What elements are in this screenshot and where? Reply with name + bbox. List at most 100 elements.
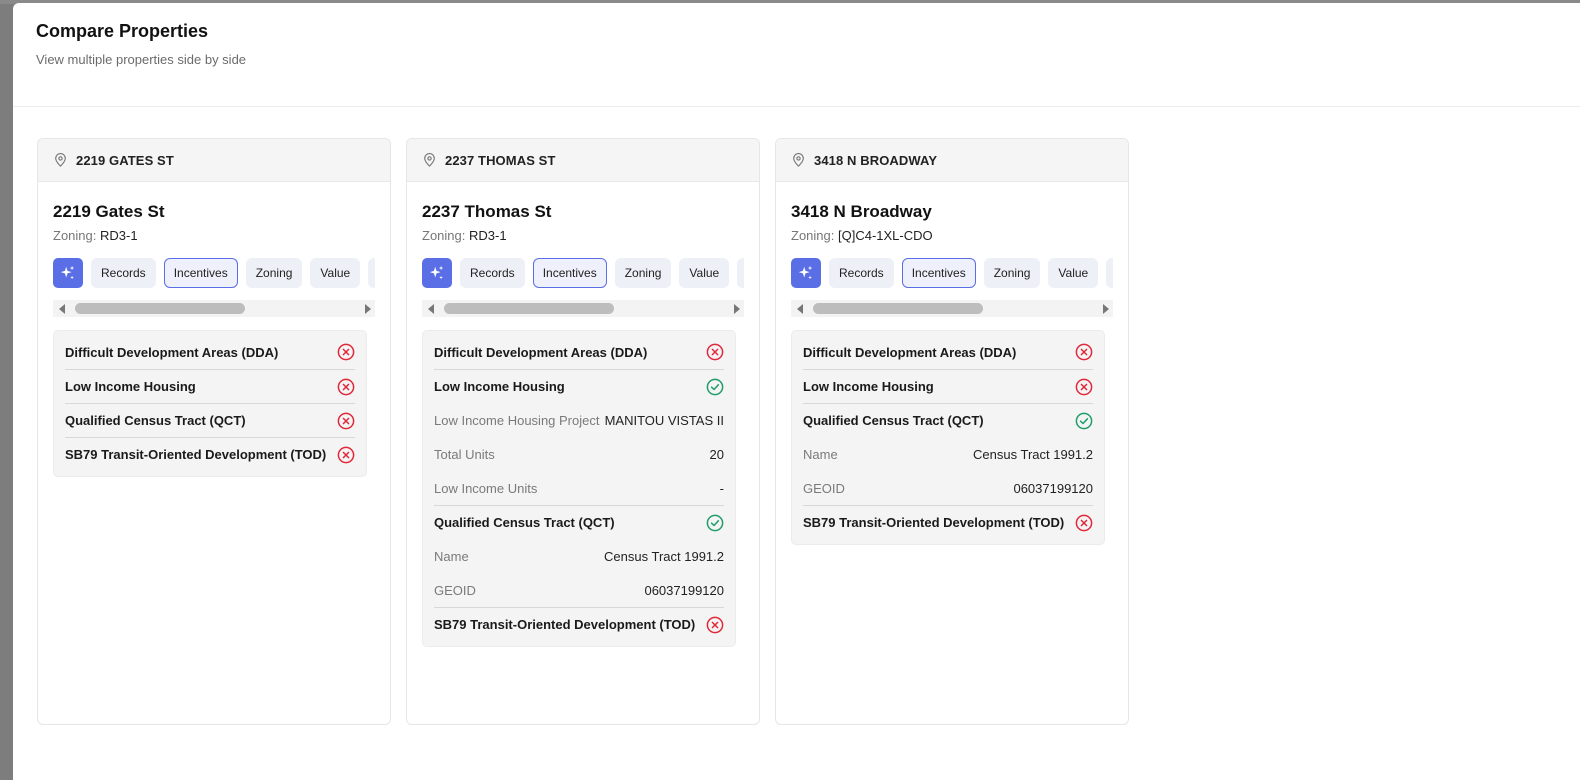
tabs-scrollbar[interactable] — [53, 300, 375, 317]
zoning-label: Zoning: — [791, 228, 835, 243]
zoning-value: [Q]C4-1XL-CDO — [838, 228, 933, 243]
incentive-detail-row: Name Census Tract 1991.2 — [434, 539, 724, 573]
tab-value[interactable]: Value — [310, 258, 361, 288]
tab-zoning[interactable]: Zoning — [614, 258, 672, 288]
scrollbar-thumb[interactable] — [444, 303, 614, 314]
scroll-left-arrow-icon[interactable] — [797, 304, 803, 314]
property-name: 2237 Thomas St — [422, 202, 552, 221]
zoning-line: Zoning: RD3-1 — [53, 228, 375, 244]
scrollbar-thumb[interactable] — [813, 303, 983, 314]
incentive-label: Low Income Housing — [803, 379, 934, 394]
detail-key: GEOID — [434, 582, 476, 598]
compare-properties-modal: Compare Properties View multiple propert… — [13, 3, 1580, 780]
scroll-right-arrow-icon[interactable] — [365, 304, 371, 314]
tab-haza[interactable]: Haza — [737, 258, 744, 288]
tab-value[interactable]: Value — [679, 258, 730, 288]
tab-zoning[interactable]: Zoning — [245, 258, 303, 288]
check-circle-icon — [706, 378, 724, 395]
tab-haza[interactable]: Haza — [1106, 258, 1113, 288]
incentive-row: Low Income Housing — [65, 369, 355, 403]
property-card-header: 2237 THOMAS ST — [407, 139, 759, 182]
x-circle-icon — [1075, 343, 1093, 361]
sparkles-icon — [798, 265, 813, 280]
scroll-right-arrow-icon[interactable] — [734, 304, 740, 314]
detail-key: Total Units — [434, 446, 495, 462]
x-circle-icon — [1075, 514, 1093, 531]
incentive-label: SB79 Transit-Oriented Development (TOD) — [803, 515, 1065, 530]
scroll-left-arrow-icon[interactable] — [428, 304, 434, 314]
ai-assistant-button[interactable] — [53, 258, 83, 288]
incentive-label: Qualified Census Tract (QCT) — [434, 515, 615, 530]
tab-incentives[interactable]: Incentives — [532, 258, 607, 288]
modal-header: Compare Properties View multiple propert… — [13, 3, 1580, 107]
incentive-label: SB79 Transit-Oriented Development (TOD) — [434, 617, 696, 632]
property-address-header: 3418 N BROADWAY — [814, 152, 938, 168]
tabs-scrollbar[interactable] — [422, 300, 744, 317]
incentive-detail-row: Name Census Tract 1991.2 — [803, 437, 1093, 471]
tab-records[interactable]: Records — [91, 258, 156, 288]
detail-key: GEOID — [803, 480, 845, 496]
incentives-panel: Difficult Development Areas (DDA) Low Inc… — [422, 330, 736, 647]
property-card-header: 2219 GATES ST — [38, 139, 390, 182]
incentive-row: Qualified Census Tract (QCT) — [803, 403, 1093, 437]
property-card-body: 2237 Thomas St Zoning: RD3-1 Records Incent… — [407, 182, 759, 647]
incentive-detail-row: Low Income Units - — [434, 471, 724, 505]
zoning-line: Zoning: RD3-1 — [422, 228, 744, 244]
tab-incentives[interactable]: Incentives — [163, 258, 238, 288]
detail-value: 06037199120 — [644, 582, 724, 598]
tab-haza[interactable]: Haza — [368, 258, 375, 288]
sparkles-icon — [60, 265, 75, 280]
incentive-detail-row: Total Units 20 — [434, 437, 724, 471]
incentive-row: Difficult Development Areas (DDA) — [65, 335, 355, 369]
incentive-label: Difficult Development Areas (DDA) — [65, 344, 279, 360]
detail-value: - — [719, 480, 724, 496]
incentive-detail-row: GEOID 06037199120 — [434, 573, 724, 607]
detail-key: Low Income Housing Project — [434, 412, 600, 428]
detail-value: 06037199120 — [1013, 480, 1093, 496]
incentive-row: Qualified Census Tract (QCT) — [65, 403, 355, 437]
incentives-panel: Difficult Development Areas (DDA) Low Inc… — [53, 330, 367, 477]
property-card: 3418 N BROADWAY 3418 N Broadway Zoning: [Q… — [775, 138, 1129, 725]
section-tabs: RecordsIncentivesZoningValue Haza — [422, 258, 744, 288]
tab-incentives[interactable]: Incentives — [901, 258, 976, 288]
x-circle-icon — [1075, 378, 1093, 395]
incentive-row: Difficult Development Areas (DDA) — [434, 335, 724, 369]
incentives-panel: Difficult Development Areas (DDA) Low Inc… — [791, 330, 1105, 545]
ai-assistant-button[interactable] — [791, 258, 821, 288]
incentive-row: SB79 Transit-Oriented Development (TOD) — [803, 505, 1093, 539]
property-address-header: 2219 GATES ST — [76, 152, 174, 168]
ai-assistant-button[interactable] — [422, 258, 452, 288]
detail-value: 20 — [709, 446, 724, 462]
zoning-label: Zoning: — [53, 228, 97, 243]
incentive-row: Qualified Census Tract (QCT) — [434, 505, 724, 539]
scroll-left-arrow-icon[interactable] — [59, 304, 65, 314]
detail-key: Name — [803, 446, 838, 462]
tab-value[interactable]: Value — [1048, 258, 1099, 288]
property-card-body: 3418 N Broadway Zoning: [Q]C4-1XL-CDO Reco… — [776, 182, 1128, 545]
section-tabs: RecordsIncentivesZoningValue Haza — [791, 258, 1113, 288]
zoning-label: Zoning: — [422, 228, 466, 243]
incentive-label: Low Income Housing — [434, 379, 565, 394]
scrollbar-thumb[interactable] — [75, 303, 245, 314]
tabs-scrollbar[interactable] — [791, 300, 1113, 317]
incentive-row: Low Income Housing — [434, 369, 724, 403]
tab-records[interactable]: Records — [829, 258, 894, 288]
x-circle-icon — [706, 343, 724, 361]
incentive-row: SB79 Transit-Oriented Development (TOD) — [65, 437, 355, 471]
property-address-header: 2237 THOMAS ST — [445, 152, 556, 168]
tab-zoning[interactable]: Zoning — [983, 258, 1041, 288]
x-circle-icon — [337, 412, 355, 429]
detail-key: Low Income Units — [434, 480, 538, 496]
detail-value: Census Tract 1991.2 — [973, 446, 1093, 462]
tab-records[interactable]: Records — [460, 258, 525, 288]
incentive-label: Qualified Census Tract (QCT) — [803, 413, 984, 428]
detail-key: Name — [434, 548, 469, 564]
modal-subtitle: View multiple properties side by side — [36, 52, 247, 67]
incentive-detail-row: Low Income Housing Project MANITOU VISTAS… — [434, 403, 724, 437]
x-circle-icon — [337, 378, 355, 395]
property-name: 3418 N Broadway — [791, 202, 932, 221]
section-tabs: RecordsIncentivesZoningValue Haza — [53, 258, 375, 288]
check-circle-icon — [706, 514, 724, 531]
scroll-right-arrow-icon[interactable] — [1103, 304, 1109, 314]
x-circle-icon — [337, 446, 355, 463]
